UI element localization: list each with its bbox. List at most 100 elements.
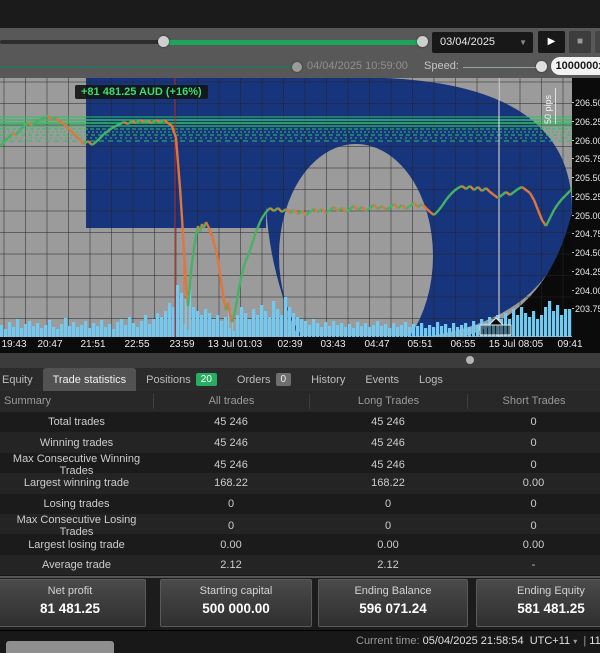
- card-title: Ending Balance: [319, 585, 467, 597]
- price-tick-label: 205.75: [575, 154, 600, 164]
- table-cell: 45 246: [153, 459, 309, 471]
- speed-value-box[interactable]: 1000000x: [551, 57, 600, 75]
- table-cell: Average trade: [0, 559, 153, 571]
- tab-history[interactable]: History: [301, 368, 355, 391]
- current-time-value: 05/04/2025 21:58:54: [423, 635, 524, 647]
- speed-track[interactable]: [463, 67, 537, 69]
- tab-orders[interactable]: Orders0: [227, 368, 301, 391]
- table-cell: 0.00: [309, 539, 467, 551]
- play-button[interactable]: ▶: [538, 31, 565, 53]
- table-row: Winning trades45 24645 2460: [0, 432, 600, 452]
- table-row: Average trade2.122.12-: [0, 555, 600, 575]
- speed-handle[interactable]: [536, 61, 547, 72]
- date-select[interactable]: 03/04/2025 ▼: [432, 32, 533, 53]
- chart-canvas[interactable]: [0, 78, 572, 337]
- summary-card-ending-equity: Ending Equity581 481.25: [476, 579, 600, 627]
- tab-count-badge: 20: [196, 373, 217, 386]
- status-left-button[interactable]: [6, 641, 114, 653]
- chevron-down-icon: ▼: [519, 32, 527, 53]
- price-tick-label: 204.75: [575, 229, 600, 239]
- card-title: Net profit: [0, 585, 145, 597]
- current-time-label: Current time:: [356, 635, 420, 647]
- table-cell: 0: [153, 520, 309, 532]
- table-cell: Max Consecutive Losing Trades: [0, 514, 153, 538]
- table-cell: 0.00: [467, 477, 600, 489]
- stop-icon: ■: [577, 36, 583, 47]
- timezone-select[interactable]: UTC+11: [530, 635, 570, 647]
- summary-card-ending-balance: Ending Balance 596 071.24: [318, 579, 468, 627]
- status-separator: |: [583, 635, 586, 647]
- table-header-row: SummaryAll tradesLong TradesShort Trades: [0, 391, 600, 412]
- status-text: Current time: 05/04/2025 21:58:54 UTC+11…: [356, 635, 600, 647]
- price-tick-label: 206.50: [575, 98, 600, 108]
- table-cell: 0.00: [153, 539, 309, 551]
- card-value: 81 481.25: [0, 601, 145, 616]
- table-cell: 45 246: [153, 437, 309, 449]
- price-tick-label: 205.25: [575, 192, 600, 202]
- card-value: 596 071.24: [319, 601, 467, 616]
- list-button[interactable]: ▤: [595, 31, 600, 53]
- table-cell: Largest losing trade: [0, 539, 153, 551]
- timeline-track-selected[interactable]: [163, 40, 423, 45]
- speed-label: Speed:: [424, 60, 459, 72]
- latency-value: 110 m: [589, 635, 600, 647]
- table-row: Losing trades000: [0, 494, 600, 514]
- datetime-handle[interactable]: [292, 62, 302, 72]
- trade-statistics-table: SummaryAll tradesLong TradesShort Trades…: [0, 391, 600, 576]
- timeline-handle-end[interactable]: [417, 36, 428, 47]
- tab-label: History: [311, 374, 345, 386]
- pips-scale-label: 50 pips: [543, 88, 556, 124]
- time-tick-label: 20:47: [37, 339, 62, 350]
- price-axis[interactable]: 206.50206.25206.00205.75205.50205.25205.…: [572, 78, 600, 337]
- tab-positions[interactable]: Positions 20: [136, 368, 227, 391]
- price-chart[interactable]: +81 481.25 AUD (+16%) 50 pips: [0, 78, 572, 337]
- timeline-track-elapsed[interactable]: [0, 40, 165, 44]
- tab-label: Orders: [237, 374, 271, 386]
- table-cell: 2.12: [153, 559, 309, 571]
- time-axis[interactable]: 19:4320:4721:5122:5523:5913 Jul 01:0302:…: [0, 337, 600, 353]
- tab-events[interactable]: Events: [355, 368, 409, 391]
- scroll-strip-handle[interactable]: [466, 356, 474, 364]
- time-tick-label: 03:43: [320, 339, 345, 350]
- table-cell: 0: [467, 459, 600, 471]
- profit-tooltip: +81 481.25 AUD (+16%): [75, 85, 208, 99]
- table-cell: Max Consecutive Winning Trades: [0, 453, 153, 477]
- stop-button[interactable]: ■: [569, 31, 591, 53]
- table-cell: 0: [467, 498, 600, 510]
- time-tick-label: 05:51: [407, 339, 432, 350]
- card-title: Ending Equity: [477, 585, 600, 597]
- card-value: 500 000.00: [161, 601, 311, 616]
- summary-cards: Net profit 81 481.25 Starting capital 500 0…: [0, 578, 600, 630]
- tab-trade-statistics[interactable]: Trade statistics: [43, 368, 137, 391]
- timeline-handle-start[interactable]: [158, 36, 169, 47]
- tab-logs[interactable]: Logs: [409, 368, 453, 391]
- table-body: Total trades45 24645 2460Winning trades4…: [0, 412, 600, 575]
- table-cell: 0: [309, 498, 467, 510]
- time-tick-label: 22:55: [124, 339, 149, 350]
- price-tick-label: 204.00: [575, 286, 600, 296]
- current-bar-datetime: 04/04/2025 10:59:00: [307, 60, 408, 72]
- table-cell: Losing trades: [0, 498, 153, 510]
- card-title: Starting capital: [161, 585, 311, 597]
- time-tick-label: 06:55: [450, 339, 475, 350]
- chart-scroll-strip[interactable]: [0, 353, 600, 368]
- table-cell: 168.22: [153, 477, 309, 489]
- time-tick-label: 19:43: [1, 339, 26, 350]
- summary-card-net-profit: Net profit 81 481.25: [0, 579, 146, 627]
- table-cell: Largest winning trade: [0, 477, 153, 489]
- column-header: Summary: [0, 394, 153, 409]
- price-tick-label: 203.75: [575, 304, 600, 314]
- table-cell: 45 246: [309, 459, 467, 471]
- table-cell: 168.22: [309, 477, 467, 489]
- tab-label: Positions: [146, 374, 191, 386]
- price-tick-label: 204.25: [575, 267, 600, 277]
- table-row: Max Consecutive Losing Trades000: [0, 514, 600, 534]
- table-cell: 45 246: [309, 437, 467, 449]
- backtester-window: 03/04/2025 ▼ ▶ ■ ▤ 04/04/2025 10:59:00 S…: [0, 0, 600, 653]
- datetime-track[interactable]: [0, 66, 292, 68]
- table-cell: 0: [309, 520, 467, 532]
- tab-label: Logs: [419, 374, 443, 386]
- tab-equity[interactable]: Equity: [0, 368, 43, 391]
- column-header: Short Trades: [467, 394, 600, 409]
- table-cell: Winning trades: [0, 437, 153, 449]
